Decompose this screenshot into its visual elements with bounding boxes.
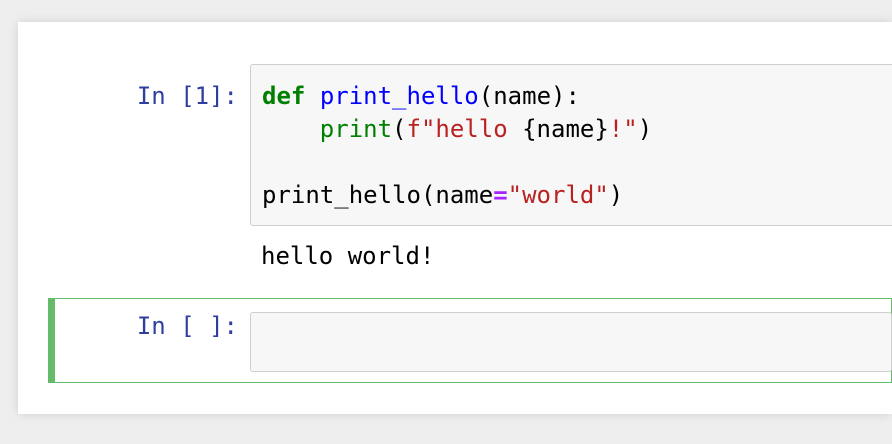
call-expression: print_hello(name	[262, 181, 494, 209]
code-editor-1[interactable]: def print_hello(name): print(f"hello {na…	[250, 64, 892, 226]
input-prompt-2: In [ ]:	[136, 312, 238, 340]
keyword-def: def	[262, 82, 306, 110]
string-world: "world"	[507, 181, 609, 209]
builtin-print: print	[319, 115, 393, 143]
code-cell-2-selected[interactable]: In [ ]:	[48, 298, 892, 383]
fstring-part-b: !"	[608, 115, 638, 143]
function-name: print_hello	[319, 82, 479, 110]
fstring-part-a: f"hello	[406, 115, 523, 143]
input-prompt-1: In [1]:	[136, 82, 238, 110]
fstring-interpolation: {name}	[522, 115, 609, 143]
code-editor-2[interactable]	[250, 312, 892, 372]
code-text-1: def print_hello(name): print(f"hello {na…	[262, 82, 653, 209]
assign-operator: =	[493, 181, 508, 209]
cell-output-1: hello world!	[261, 242, 435, 270]
notebook-container: In [1]: def print_hello(name): print(f"h…	[18, 22, 892, 414]
